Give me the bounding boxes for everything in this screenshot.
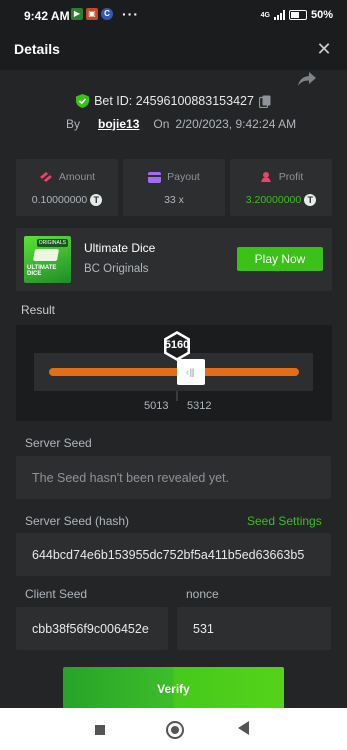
play-store-icon: ▶ [71,8,83,20]
range-low: 5013 [144,400,169,412]
nonce-label: nonce [186,587,219,601]
stat-payout-value: 33 x [164,194,184,206]
stat-profit-label: Profit [278,171,304,183]
bet-stats: Amount 0.10000000 Payout 33 x [16,159,332,216]
username-link[interactable]: bojie13 [98,117,139,131]
game-name: Ultimate Dice [84,241,156,255]
network-type: 4G [260,11,270,19]
result-range-bar [49,368,299,376]
profit-icon [260,172,271,182]
stat-amount: Amount 0.10000000 [16,159,118,216]
battery-level: 50% [310,9,333,21]
back-icon[interactable] [238,721,249,735]
verify-label: Verify [157,682,190,696]
status-time: 9:42 AM [24,9,70,23]
home-icon[interactable] [166,721,184,739]
thumb-badge: ORIGINALS [36,239,68,247]
more-notifications-icon: ··· [122,6,139,22]
status-bar: 9:42 AM ▶ ▣ C ··· 4G 50% [0,0,347,30]
details-header: Details ✕ [0,30,347,70]
system-nav-bar [0,708,347,750]
app-notification-icon: ▣ [86,8,98,20]
stat-payout: Payout 33 x [123,159,225,216]
usdt-icon [90,194,103,206]
dice-graphic [32,249,60,261]
thumb-title: ULTIMATE DICE [27,265,57,277]
server-seed-hash-value: 644bcd74e6b153955dc752bf5a411b5ed63663b5 [32,548,305,562]
on-label: On [153,117,170,131]
game-card: ORIGINALS ULTIMATE DICE Ultimate Dice BC… [16,228,332,291]
range-high: 5312 [187,400,212,412]
bet-author-row: By bojie13 On 2/20/2023, 9:42:24 AM [66,117,296,131]
verify-button[interactable]: Verify [63,667,284,708]
notification-icons: ▶ ▣ C [71,8,113,20]
details-content: Bet ID: 24596100883153427 By bojie13 On … [0,70,347,708]
payout-icon [148,171,162,183]
client-seed-value: cbb38f56f9c006452e [32,622,149,636]
usdt-icon [304,194,317,206]
amount-icon [39,172,52,182]
game-provider: BC Originals [84,263,149,275]
server-seed-label: Server Seed [25,436,92,450]
stat-amount-value: 0.10000000 [31,194,88,206]
nonce-field[interactable]: 531 [177,607,331,650]
by-label: By [66,117,81,131]
result-slider-handle[interactable]: ‹ ||| [177,359,205,385]
grip-icon: ‹ ||| [186,367,194,377]
result-panel: ‹ ||| 5160 5013 5312 [16,325,332,421]
result-value: 5160 [164,339,190,351]
result-label: Result [21,303,56,317]
nonce-value: 531 [193,622,214,636]
seed-settings-link[interactable]: Seed Settings [247,514,322,528]
close-button[interactable]: ✕ [315,40,333,58]
bet-datetime: 2/20/2023, 9:42:24 AM [175,117,297,131]
server-seed-hash-label: Server Seed (hash) [25,514,130,528]
copy-icon[interactable] [258,95,271,108]
stat-profit-value: 3.20000000 [245,194,302,206]
stat-amount-label: Amount [58,171,96,183]
client-seed-field[interactable]: cbb38f56f9c006452e [16,607,168,650]
page-title: Details [14,41,60,57]
recents-icon[interactable] [95,725,105,735]
battery-icon [288,10,307,20]
status-right: 4G 50% [261,9,333,21]
stat-payout-label: Payout [167,171,200,183]
bet-id: Bet ID: 24596100883153427 [94,94,254,108]
game-thumbnail[interactable]: ORIGINALS ULTIMATE DICE [24,236,71,283]
share-icon[interactable] [296,70,318,88]
server-seed-field: The Seed hasn't been revealed yet. [16,456,331,499]
stat-profit: Profit 3.20000000 [230,159,332,216]
shield-check-icon [76,94,90,108]
signal-icon [273,10,285,20]
bet-id-row: Bet ID: 24596100883153427 [0,94,347,108]
result-marker [176,391,178,401]
server-seed-hash-field[interactable]: 644bcd74e6b153955dc752bf5a411b5ed63663b5 [16,533,331,576]
client-seed-label: Client Seed [25,587,88,601]
c-app-icon: C [101,8,113,20]
server-seed-value: The Seed hasn't been revealed yet. [32,471,229,485]
play-now-button[interactable]: Play Now [237,247,323,271]
